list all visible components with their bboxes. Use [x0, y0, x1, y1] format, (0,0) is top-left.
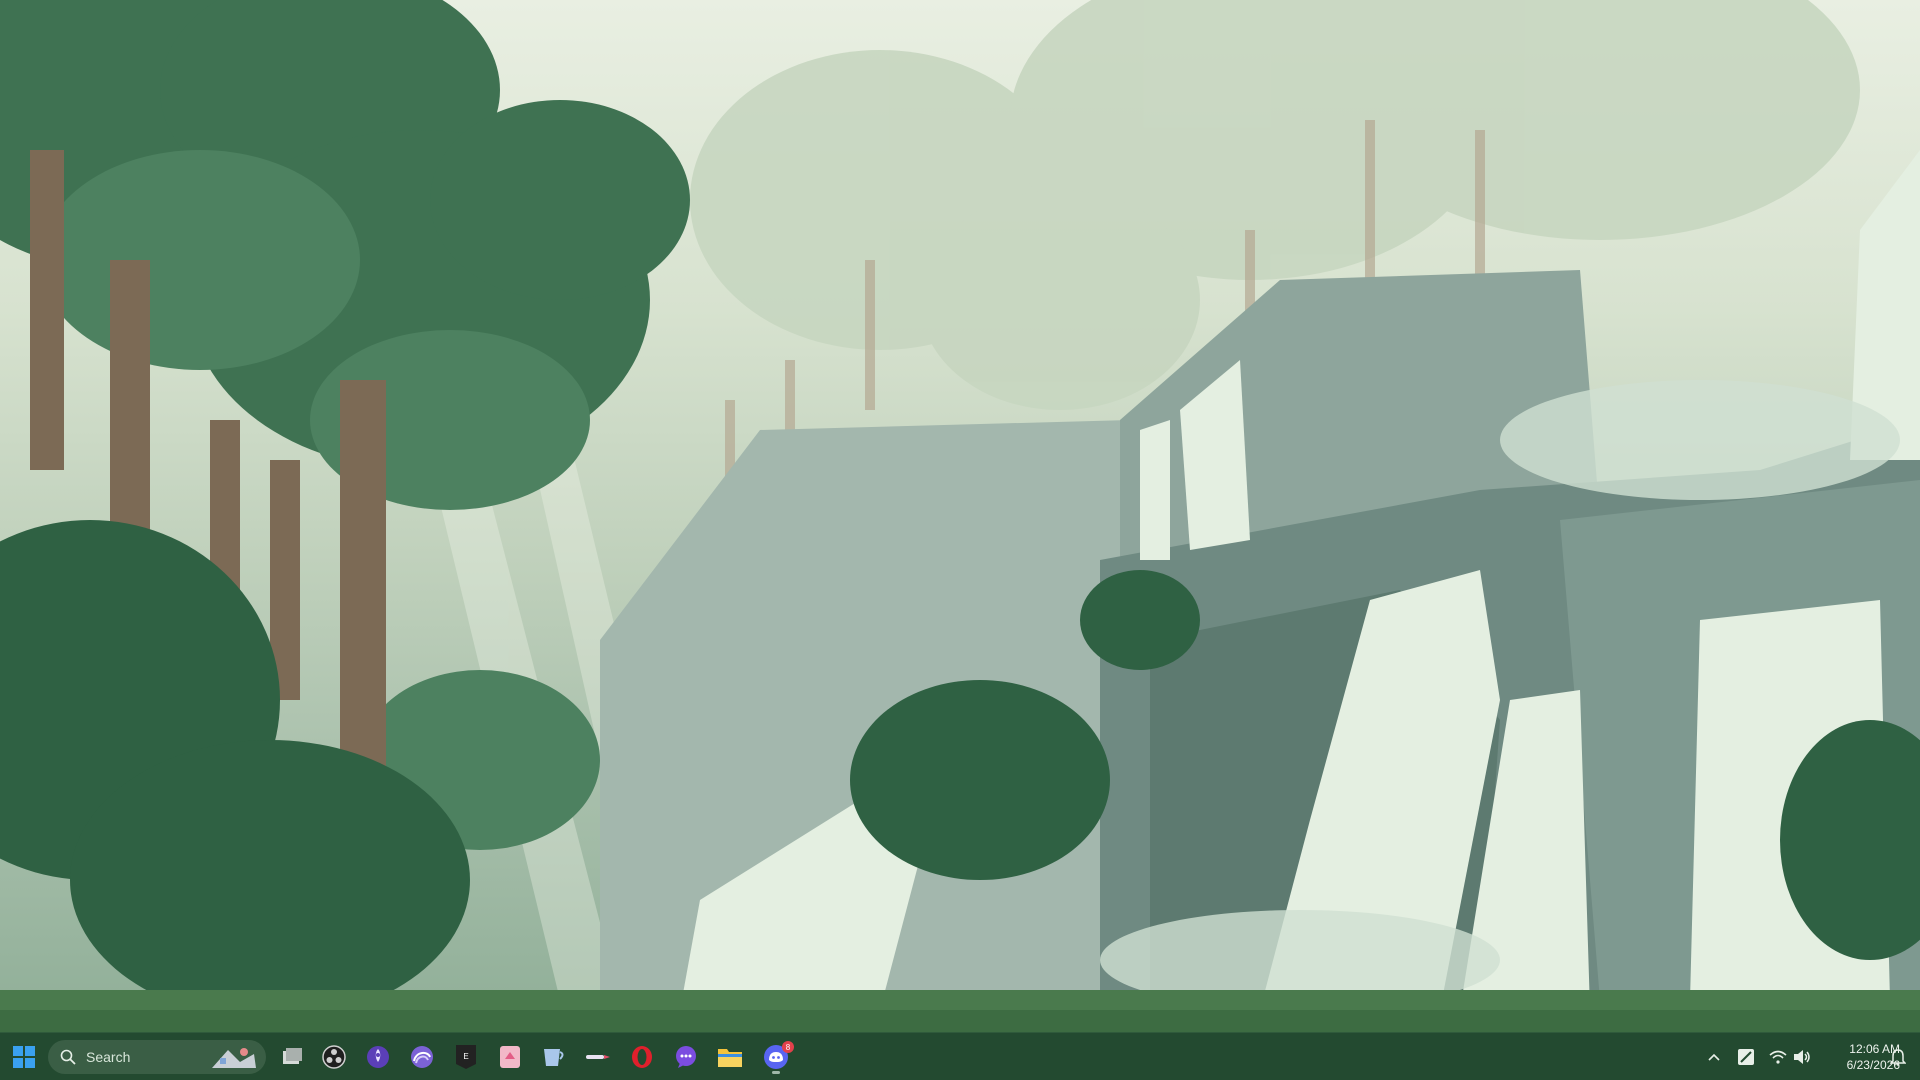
wifi-icon: [1769, 1050, 1787, 1064]
file-explorer-button[interactable]: [712, 1039, 748, 1075]
desktop: [0, 0, 1920, 1032]
volume-button[interactable]: [1790, 1045, 1814, 1069]
pen-app-button[interactable]: [580, 1039, 616, 1075]
pen-tray-button[interactable]: [1734, 1045, 1758, 1069]
network-button[interactable]: [1766, 1045, 1790, 1069]
show-hidden-icons-button[interactable]: [1702, 1045, 1726, 1069]
spiral-app-button[interactable]: [404, 1039, 440, 1075]
search-box[interactable]: Search: [48, 1040, 266, 1074]
pink-card-app-button[interactable]: [492, 1039, 528, 1075]
search-icon: [60, 1049, 76, 1065]
obs-icon: [322, 1045, 346, 1069]
speaker-icon: [1794, 1050, 1810, 1064]
pink-card-app-icon: [500, 1046, 520, 1068]
bell-icon: [1890, 1049, 1906, 1066]
mug-app-button[interactable]: [536, 1039, 572, 1075]
task-view-button[interactable]: [274, 1039, 310, 1075]
taskbar: Search E 8 12:06 AM 6/23/2026: [0, 1032, 1920, 1080]
svg-text:E: E: [463, 1052, 468, 1061]
opera-button[interactable]: [624, 1039, 660, 1075]
pen-app-icon: [586, 1055, 610, 1059]
active-app-indicator: [772, 1071, 780, 1074]
discord-notification-badge: 8: [782, 1041, 794, 1053]
task-view-icon: [283, 1048, 302, 1064]
folder-icon: [718, 1049, 742, 1067]
messenger-button[interactable]: [668, 1039, 704, 1075]
rocket-app-button[interactable]: [360, 1039, 396, 1075]
start-button[interactable]: [6, 1039, 42, 1075]
windows-logo-icon: [13, 1046, 35, 1068]
wallpaper-art: [0, 0, 1920, 1032]
pen-tray-icon: [1738, 1049, 1754, 1065]
discord-button[interactable]: 8: [758, 1039, 794, 1075]
mug-app-icon: [544, 1049, 564, 1066]
rocket-app-icon: [367, 1046, 389, 1068]
epic-games-icon: E: [456, 1045, 476, 1069]
obs-button[interactable]: [316, 1039, 352, 1075]
spiral-app-icon: [411, 1046, 433, 1068]
opera-icon: [632, 1046, 652, 1068]
search-highlight-art-icon: [212, 1048, 256, 1068]
chat-bubble-icon: [676, 1046, 696, 1068]
search-label: Search: [86, 1049, 131, 1065]
chevron-up-icon: [1708, 1053, 1720, 1061]
notification-button[interactable]: [1886, 1045, 1910, 1069]
epic-games-button[interactable]: E: [448, 1039, 484, 1075]
